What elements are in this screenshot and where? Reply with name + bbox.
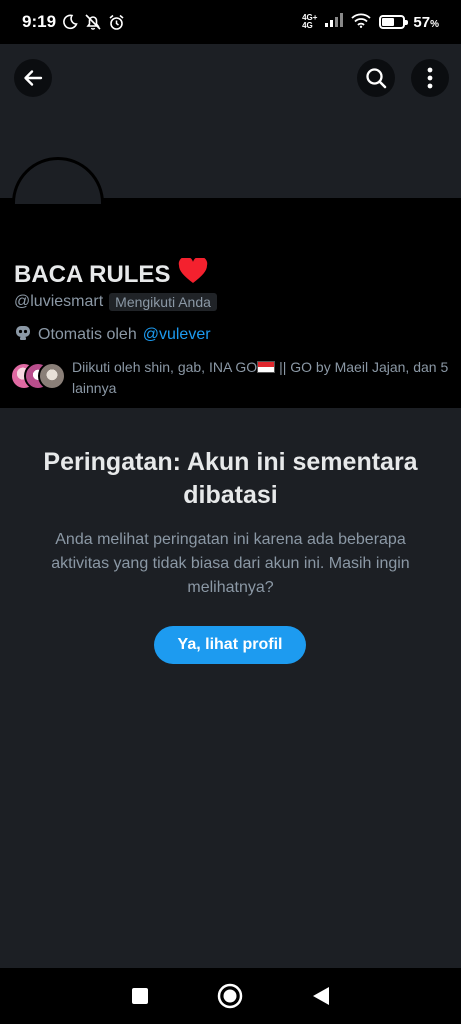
display-name: BACA RULES — [14, 260, 171, 288]
back-button[interactable] — [14, 59, 52, 97]
search-button[interactable] — [357, 59, 395, 97]
status-bar: 9:19 4G+ 4G 57% — [0, 0, 461, 44]
status-left: 9:19 — [22, 12, 125, 32]
restricted-account-warning: Peringatan: Akun ini sementara dibatasi … — [0, 408, 461, 968]
search-icon — [366, 68, 387, 89]
home-icon — [218, 983, 243, 1009]
followers-you-know[interactable]: Diikuti oleh shin, gab, INA GO || GO by … — [10, 357, 452, 399]
back-nav-button[interactable] — [301, 976, 341, 1016]
handle-row: @luviesmart Mengikuti Anda — [14, 293, 217, 311]
robot-icon — [14, 323, 32, 346]
followed-by-text: Diikuti oleh shin, gab, INA GO || GO by … — [72, 357, 452, 399]
mini-avatars — [10, 362, 66, 392]
battery-fill — [382, 18, 394, 26]
profile-handle: @luviesmart — [14, 293, 104, 310]
status-time: 9:19 — [22, 12, 57, 31]
signal-icon — [325, 13, 344, 31]
back-arrow-icon — [24, 70, 43, 86]
followed-by-part1: Diikuti oleh shin, gab, INA GO — [72, 359, 258, 375]
follows-you-badge: Mengikuti Anda — [109, 293, 217, 311]
muted-bell-icon — [84, 13, 102, 31]
system-nav-bar — [0, 968, 461, 1024]
more-vertical-icon — [427, 67, 433, 89]
follower-avatar — [38, 362, 66, 390]
wifi-icon — [351, 13, 372, 32]
moon-icon — [62, 14, 78, 30]
battery-percent-sign: % — [430, 18, 439, 30]
home-button[interactable] — [210, 976, 250, 1016]
battery-percent: 57% — [413, 14, 439, 31]
heart-icon — [178, 256, 208, 291]
recent-apps-button[interactable] — [120, 976, 160, 1016]
warning-title: Peringatan: Akun ini sementara dibatasi — [43, 448, 418, 509]
network-type: 4G+ 4G — [302, 14, 317, 30]
battery-percent-value: 57 — [413, 13, 431, 31]
more-options-button[interactable] — [411, 59, 449, 97]
indonesia-flag-icon — [257, 361, 276, 373]
network-type-bottom: 4G — [302, 21, 313, 30]
battery-icon — [379, 15, 409, 29]
view-profile-button[interactable]: Ya, lihat profil — [154, 626, 306, 664]
automated-row: Otomatis oleh @vulever — [14, 323, 211, 346]
alarm-icon — [108, 14, 125, 31]
recent-apps-icon — [132, 988, 149, 1004]
warning-body: Anda melihat peringatan ini karena ada b… — [51, 531, 410, 596]
back-icon — [312, 987, 329, 1005]
automated-by-link[interactable]: @vulever — [143, 326, 211, 344]
status-right: 4G+ 4G 57% — [302, 13, 439, 32]
automated-label: Otomatis oleh — [38, 325, 137, 343]
display-name-row: BACA RULES — [14, 256, 208, 291]
